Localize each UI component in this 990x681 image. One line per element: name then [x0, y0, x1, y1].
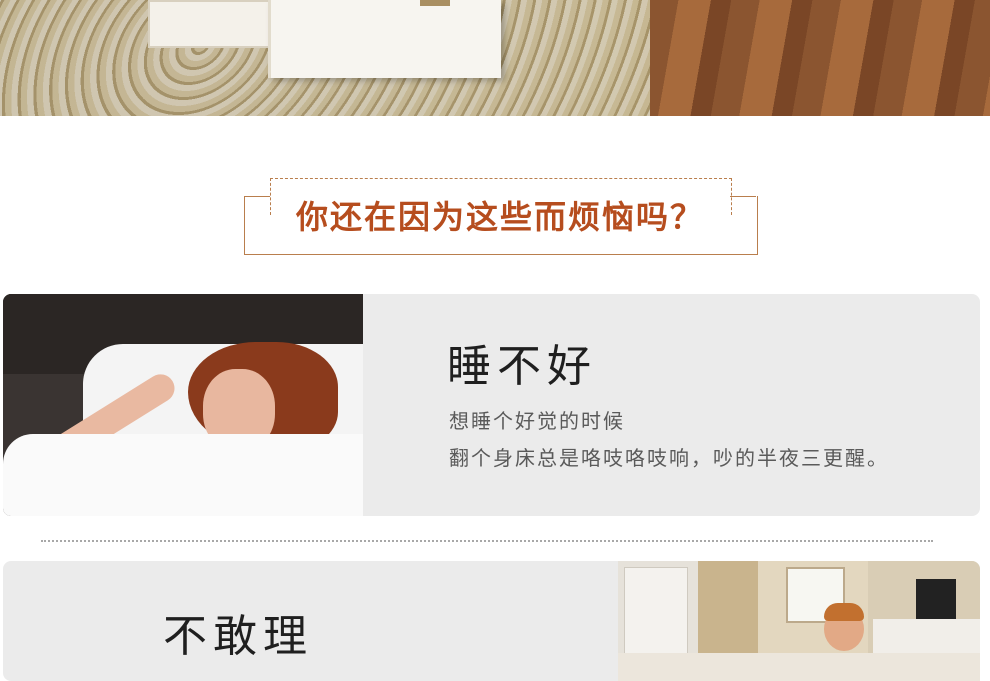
section-heading: 你还在因为这些而烦恼吗？ — [295, 198, 704, 236]
boy-hair — [824, 603, 864, 621]
boy-living-room-photo — [618, 561, 980, 681]
tv — [916, 579, 956, 619]
wood-floor — [650, 0, 990, 116]
card-title: 不敢理 — [163, 611, 313, 662]
woman-sleeping-photo — [3, 294, 363, 516]
card-description-line: 翻个身床总是咯吱咯吱响，吵的半夜三更醒。 — [449, 446, 889, 470]
hero-photo — [0, 0, 990, 116]
drawer-handle — [420, 0, 450, 6]
bed-frame — [268, 0, 501, 78]
card-title: 睡不好 — [447, 341, 597, 392]
couch — [618, 653, 980, 681]
dotted-divider — [41, 540, 933, 542]
card-description-line: 想睡个好觉的时候 — [449, 409, 625, 433]
bed-sheet — [3, 434, 363, 516]
bed-drawer — [148, 0, 282, 48]
